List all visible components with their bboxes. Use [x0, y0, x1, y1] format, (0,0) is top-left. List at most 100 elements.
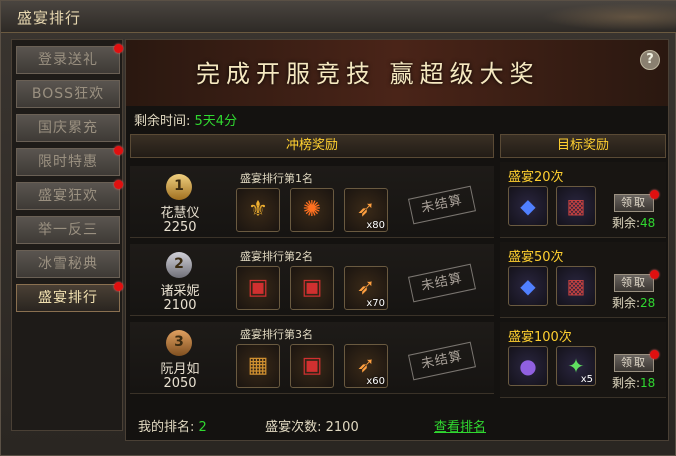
- item-count: x5: [580, 374, 593, 385]
- sidebar-tab-1[interactable]: 登录送礼: [16, 44, 123, 74]
- sidebar-tab-5[interactable]: 盛宴狂欢: [16, 180, 123, 210]
- claim-button[interactable]: 领取: [614, 354, 654, 372]
- sidebar-tab-label: 盛宴排行: [38, 290, 98, 306]
- ranking-window: 盛宴排行 登录送礼 BOSS狂欢 国庆累充 限时特惠 盛宴狂欢 举一反三 冰雪秘典 盛宴排行 …: [0, 0, 676, 456]
- target-reward-item[interactable]: ●: [508, 346, 548, 386]
- notification-dot-icon: [114, 180, 123, 189]
- player-score: 2100: [163, 298, 197, 313]
- target-title: 盛宴20次: [508, 170, 564, 185]
- reward-item[interactable]: ▣: [290, 266, 334, 310]
- remaining-label: 剩余:: [612, 296, 641, 310]
- reward-item[interactable]: ▣: [236, 266, 280, 310]
- window-title: 盛宴排行: [17, 9, 82, 27]
- help-icon[interactable]: ?: [640, 50, 660, 70]
- notification-dot-icon: [114, 44, 123, 53]
- target-title: 盛宴100次: [508, 330, 572, 345]
- remaining-value: 28: [640, 296, 656, 310]
- red-chest-icon: ▣: [301, 275, 323, 300]
- sidebar-tab-3[interactable]: 国庆累充: [16, 114, 120, 142]
- player-name: 花慧仪: [160, 206, 200, 221]
- target-reward-item[interactable]: ◆: [508, 266, 548, 306]
- reward-item[interactable]: ➶ x70: [344, 266, 388, 310]
- rank-row: 3 阮月如 2050 盛宴排行第3名 ▦ ▣ ➶ x60 未结算: [130, 322, 494, 394]
- target-reward-item[interactable]: ✦ x5: [556, 346, 596, 386]
- main-panel: 完成开服竞技 赢超级大奖 ? 剩余时间: 5天4分 冲榜奖励 目标奖励 1 花慧仪…: [125, 39, 669, 441]
- footer-stats: 我的排名: 2 盛宴次数: 2100: [138, 416, 359, 435]
- sidebar-tab-label: 冰雪秘典: [38, 256, 98, 272]
- remaining-label: 剩余:: [612, 216, 641, 230]
- notification-dot-icon: [650, 350, 659, 359]
- rank-label: 盛宴排行第1名: [240, 172, 313, 185]
- sidebar-tab-4[interactable]: 限时特惠: [16, 146, 123, 176]
- gold-armor-icon: ⚜: [248, 197, 268, 222]
- reward-item[interactable]: ➶ x60: [344, 344, 388, 388]
- claim-button[interactable]: 领取: [614, 274, 654, 292]
- fire-orb-icon: ✺: [302, 197, 322, 222]
- remaining-value: 18: [640, 376, 656, 390]
- sidebar-tab-8[interactable]: 盛宴排行: [16, 282, 123, 312]
- title-bar[interactable]: 盛宴排行: [1, 1, 676, 33]
- reward-item[interactable]: ▣: [290, 344, 334, 388]
- player-name: 阮月如: [160, 362, 200, 377]
- feast-count-value: 2100: [325, 420, 359, 435]
- target-title: 盛宴50次: [508, 250, 564, 265]
- banner-text: 完成开服竞技 赢超级大奖: [196, 60, 540, 88]
- target-reward-item[interactable]: ▩: [556, 266, 596, 306]
- my-rank-value: 2: [198, 420, 207, 435]
- sidebar-tab-label: 盛宴狂欢: [38, 188, 98, 204]
- rank-label: 盛宴排行第2名: [240, 250, 313, 263]
- remaining-count: 剩余:28: [612, 294, 655, 311]
- reward-item[interactable]: ▦: [236, 344, 280, 388]
- red-chest-icon: ▣: [301, 353, 323, 378]
- player-name: 诸采妮: [160, 284, 200, 299]
- banner: 完成开服竞技 赢超级大奖 ?: [126, 40, 668, 106]
- rank-reward-list: 1 花慧仪 2250 盛宴排行第1名 ⚜ ✺ ➶ x80 未结算 2 诸采妮 2100 盛宴排行第2名 ▣…: [130, 160, 494, 410]
- remaining-time-value: 5天4分: [194, 114, 238, 129]
- target-row: 盛宴100次 ● ✦ x5 领取 剩余:18: [500, 322, 666, 398]
- purple-orb-icon: ●: [519, 354, 537, 378]
- reward-item[interactable]: ✺: [290, 188, 334, 232]
- unsettled-stamp: 未结算: [407, 185, 477, 225]
- rank-row: 2 诸采妮 2100 盛宴排行第2名 ▣ ▣ ➶ x70 未结算: [130, 244, 494, 316]
- red-chest-icon: ▣: [247, 275, 269, 300]
- treasure-chest-icon: ▩: [566, 194, 586, 218]
- sidebar-tab-label: 登录送礼: [38, 52, 98, 68]
- rank-medal-icon: 1: [166, 174, 192, 200]
- item-count: x80: [366, 220, 385, 231]
- view-rank-link[interactable]: 查看排名: [434, 416, 486, 435]
- remaining-time-label: 剩余时间:: [134, 114, 191, 129]
- target-row: 盛宴50次 ◆ ▩ 领取剩余:28: [500, 242, 666, 318]
- notification-dot-icon: [650, 270, 659, 279]
- sidebar-tab-6[interactable]: 举一反三: [16, 216, 120, 244]
- rank-label: 盛宴排行第3名: [240, 328, 313, 341]
- blue-gem-icon: ◆: [520, 194, 536, 218]
- my-rank-label: 我的排名:: [138, 420, 195, 435]
- gold-chest-icon: ▦: [247, 353, 269, 378]
- remaining-time: 剩余时间: 5天4分: [134, 110, 237, 129]
- target-reward-item[interactable]: ▩: [556, 186, 596, 226]
- sidebar-tab-2[interactable]: BOSS狂欢: [16, 80, 120, 108]
- reward-item[interactable]: ⚜: [236, 188, 280, 232]
- player-score: 2250: [163, 220, 197, 235]
- sidebar-tab-7[interactable]: 冰雪秘典: [16, 250, 120, 278]
- sidebar-tab-label: 限时特惠: [38, 154, 98, 170]
- item-count: x60: [366, 376, 385, 387]
- rank-row: 1 花慧仪 2250 盛宴排行第1名 ⚜ ✺ ➶ x80 未结算: [130, 166, 494, 238]
- remaining-count: 剩余:48: [612, 214, 655, 231]
- unsettled-stamp: 未结算: [407, 263, 477, 303]
- sidebar-tab-label: 国庆累充: [38, 120, 98, 136]
- sidebar-tab-label: 举一反三: [38, 222, 98, 238]
- rank-reward-header: 冲榜奖励: [130, 134, 494, 158]
- blue-gem-icon: ◆: [520, 274, 536, 298]
- reward-item[interactable]: ➶ x80: [344, 188, 388, 232]
- rank-medal-icon: 3: [166, 330, 192, 356]
- sidebar-tab-label: BOSS狂欢: [31, 86, 105, 102]
- notification-dot-icon: [650, 190, 659, 199]
- unsettled-stamp: 未结算: [407, 341, 477, 381]
- target-reward-list: 盛宴20次 ◆ ▩ 领取 剩余:48 盛宴50次 ◆ ▩ 领取 剩余:28 盛宴100次 ● ✦ x5 领取…: [500, 160, 666, 410]
- notification-dot-icon: [114, 146, 123, 155]
- target-reward-item[interactable]: ◆: [508, 186, 548, 226]
- claim-button[interactable]: 领取: [614, 194, 654, 212]
- remaining-value: 48: [640, 216, 656, 230]
- rank-medal-icon: 2: [166, 252, 192, 278]
